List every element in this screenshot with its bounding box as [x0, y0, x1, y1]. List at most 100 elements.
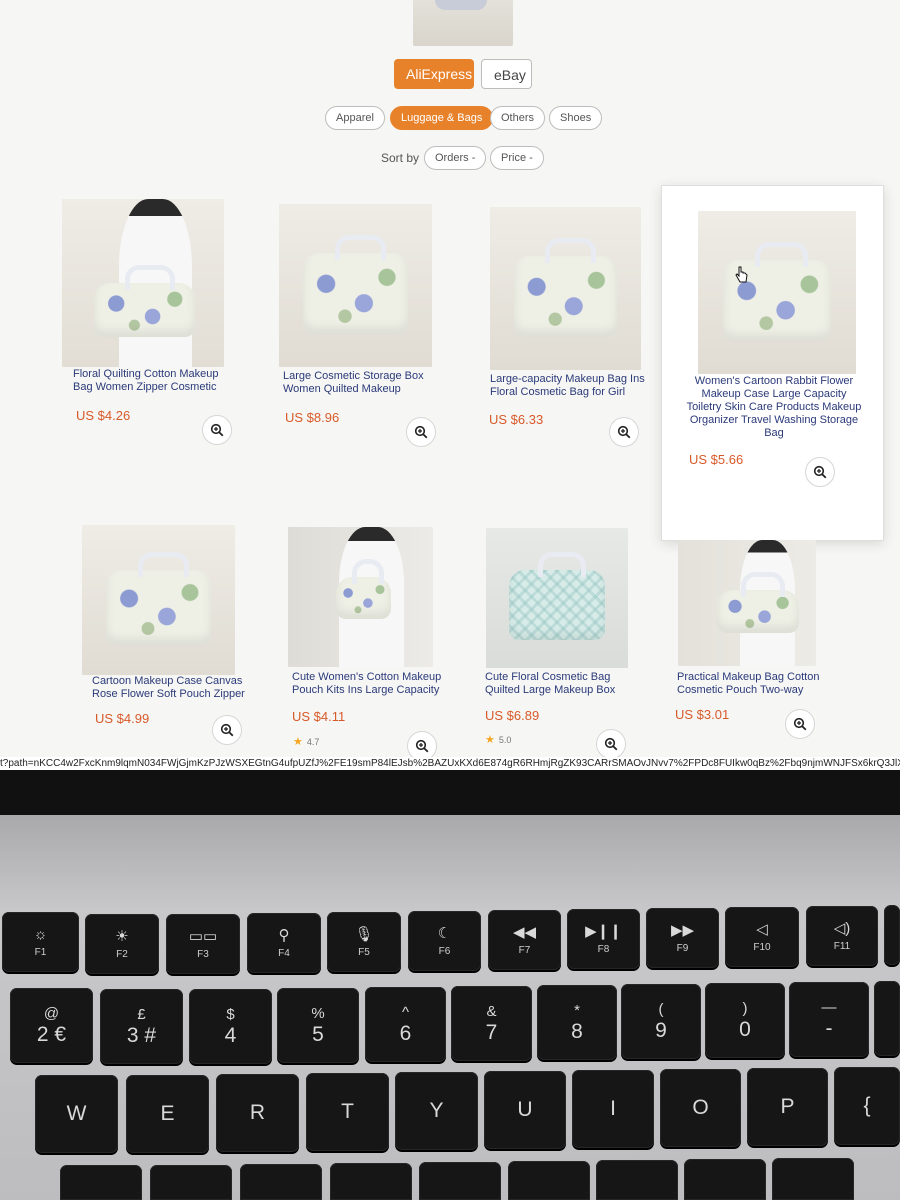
- zoom-button[interactable]: [202, 415, 232, 445]
- key-k-partial[interactable]: [684, 1159, 766, 1200]
- zoom-button[interactable]: [805, 457, 835, 487]
- key-8[interactable]: * 8: [537, 985, 617, 1060]
- product-card[interactable]: Cartoon Makeup Case Canvas Rose Flower S…: [82, 523, 257, 753]
- product-image[interactable]: [82, 525, 235, 675]
- key-f1[interactable]: ☼ F1: [2, 912, 79, 972]
- key-y[interactable]: Y: [395, 1072, 478, 1150]
- status-url-bar: t?path=nKCC4w2FxcKnm9lqmN034FWjGjmKzPJzW…: [0, 757, 900, 770]
- product-bag-shape: [508, 552, 606, 640]
- key-2[interactable]: @2 €: [10, 988, 93, 1063]
- product-card[interactable]: Large Cosmetic Storage Box Women Quilted…: [275, 200, 445, 447]
- key-bracket-left[interactable]: {: [834, 1067, 900, 1145]
- category-luggage-bags-button[interactable]: Luggage & Bags: [390, 106, 494, 130]
- product-thumbnail-partial[interactable]: [413, 0, 513, 46]
- product-price: US $5.66: [689, 452, 744, 467]
- key-5[interactable]: % 5: [277, 988, 359, 1063]
- category-others-button[interactable]: Others: [490, 106, 546, 130]
- play-pause-icon: ▶❙❙: [585, 922, 622, 940]
- key-main-symbol: 4: [224, 1023, 237, 1047]
- key-s-partial[interactable]: [150, 1165, 232, 1200]
- key-letter: Y: [429, 1099, 444, 1122]
- product-rating: ★ 4.7: [293, 735, 319, 748]
- key-4[interactable]: $4: [189, 989, 272, 1064]
- key-o[interactable]: O: [660, 1069, 741, 1147]
- key-f12-partial[interactable]: [884, 905, 900, 965]
- key-l-partial[interactable]: [772, 1158, 854, 1200]
- key-r[interactable]: R: [216, 1074, 299, 1152]
- key-f2[interactable]: ☀ F2: [85, 914, 159, 974]
- product-image[interactable]: [698, 211, 856, 374]
- product-image[interactable]: [288, 527, 433, 667]
- product-title[interactable]: Cartoon Makeup Case Canvas Rose Flower S…: [92, 675, 252, 703]
- key-h-partial[interactable]: [508, 1161, 590, 1200]
- product-image[interactable]: [279, 204, 432, 367]
- product-title[interactable]: Cute Women's Cotton Makeup Pouch Kits In…: [292, 671, 452, 699]
- category-apparel-button[interactable]: Apparel: [325, 106, 385, 130]
- key-9[interactable]: (9: [621, 984, 701, 1059]
- key-label: F2: [116, 948, 128, 960]
- product-title[interactable]: Cute Floral Cosmetic Bag Quilted Large M…: [485, 671, 645, 699]
- key-w[interactable]: W: [35, 1075, 118, 1153]
- key-7[interactable]: & 7: [451, 986, 532, 1061]
- sort-price-button[interactable]: Price -: [490, 146, 544, 170]
- key-p[interactable]: P: [747, 1068, 828, 1146]
- key-i[interactable]: I: [572, 1070, 654, 1148]
- key-t[interactable]: T: [306, 1073, 389, 1151]
- product-card-hovered[interactable]: Women's Cartoon Rabbit Flower Makeup Cas…: [661, 185, 884, 541]
- product-image[interactable]: [62, 199, 224, 367]
- key-3[interactable]: £3 #: [100, 989, 183, 1064]
- product-title[interactable]: Large Cosmetic Storage Box Women Quilted…: [283, 370, 443, 398]
- platform-ebay-button[interactable]: eBay: [481, 59, 532, 89]
- key-f7[interactable]: ◀◀ F7: [488, 910, 561, 970]
- platform-aliexpress-button[interactable]: AliExpress: [394, 59, 474, 89]
- key-0[interactable]: ) 0: [705, 983, 785, 1058]
- product-title[interactable]: Large-capacity Makeup Bag Ins Floral Cos…: [490, 373, 655, 401]
- key-f9[interactable]: ▶▶ F9: [646, 908, 719, 968]
- product-card[interactable]: Cute Floral Cosmetic Bag Quilted Large M…: [480, 525, 650, 757]
- product-title[interactable]: Women's Cartoon Rabbit Flower Makeup Cas…: [684, 375, 864, 441]
- key-f3[interactable]: ▭▭ F3: [166, 914, 240, 974]
- product-card[interactable]: Practical Makeup Bag Cotton Cosmetic Pou…: [672, 537, 842, 757]
- key-e[interactable]: E: [126, 1075, 209, 1153]
- key-equals-partial[interactable]: [874, 981, 900, 1056]
- product-card[interactable]: Large-capacity Makeup Bag Ins Floral Cos…: [485, 203, 655, 448]
- zoom-button[interactable]: [212, 715, 242, 745]
- key-g-partial[interactable]: [419, 1162, 501, 1200]
- key-f6[interactable]: ☾ F6: [408, 911, 481, 971]
- product-card[interactable]: Cute Women's Cotton Makeup Pouch Kits In…: [285, 525, 455, 757]
- zoom-button[interactable]: [407, 731, 437, 757]
- product-title[interactable]: Floral Quilting Cotton Makeup Bag Women …: [73, 368, 233, 396]
- key-f11[interactable]: ◁) F11: [806, 906, 878, 966]
- key-a-partial[interactable]: [60, 1165, 142, 1200]
- zoom-in-icon: [793, 717, 807, 731]
- product-image[interactable]: [678, 540, 816, 666]
- key-6[interactable]: ^ 6: [365, 987, 446, 1062]
- key-f5[interactable]: 🎙 F5: [327, 912, 401, 972]
- sort-orders-button[interactable]: Orders -: [424, 146, 487, 170]
- category-shoes-button[interactable]: Shoes: [549, 106, 603, 130]
- product-image[interactable]: [486, 528, 628, 668]
- zoom-button[interactable]: [785, 709, 815, 739]
- key-letter: T: [341, 1100, 354, 1123]
- key-f10[interactable]: ◁ F10: [725, 907, 799, 967]
- product-card[interactable]: Floral Quilting Cotton Makeup Bag Women …: [58, 195, 233, 445]
- key-shift-symbol: ^: [401, 1003, 410, 1021]
- key-d-partial[interactable]: [240, 1164, 322, 1200]
- key-f8[interactable]: ▶❙❙ F8: [567, 909, 640, 969]
- zoom-button[interactable]: [609, 417, 639, 447]
- zoom-button[interactable]: [596, 729, 626, 757]
- key-minus[interactable]: — -: [789, 982, 869, 1057]
- key-main-symbol: 0: [739, 1017, 751, 1041]
- key-letter: R: [249, 1101, 266, 1124]
- key-u[interactable]: U: [484, 1071, 566, 1149]
- key-main-symbol: 6: [399, 1021, 412, 1045]
- key-f4[interactable]: ⚲ F4: [247, 913, 321, 973]
- zoom-button[interactable]: [406, 417, 436, 447]
- product-title[interactable]: Practical Makeup Bag Cotton Cosmetic Pou…: [677, 671, 837, 699]
- key-j-partial[interactable]: [596, 1160, 678, 1200]
- key-label: F8: [597, 943, 610, 955]
- key-letter: P: [780, 1095, 795, 1118]
- product-image[interactable]: [490, 207, 641, 370]
- key-f-partial[interactable]: [330, 1163, 412, 1200]
- product-price: US $3.01: [675, 707, 730, 722]
